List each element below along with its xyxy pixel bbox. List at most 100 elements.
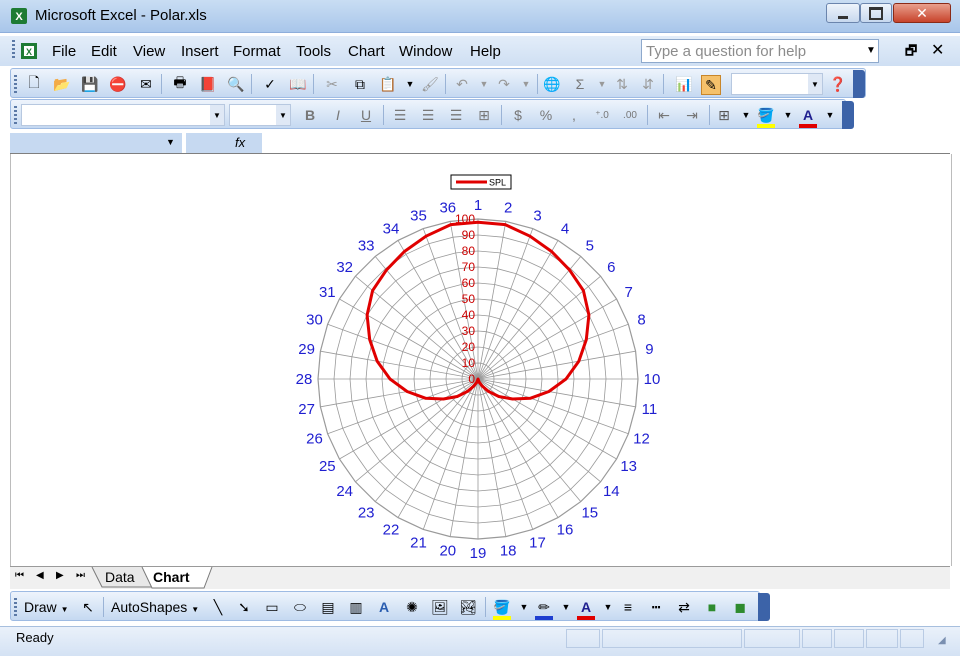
autosum-dropdown-icon[interactable]: ▼: [593, 75, 611, 93]
menu-format[interactable]: Format: [233, 43, 281, 60]
zoom-combo[interactable]: ▼: [731, 73, 823, 95]
prev-sheet-icon[interactable]: ◀: [36, 570, 44, 581]
chart-legend[interactable]: SPL: [450, 174, 512, 190]
chart-wizard-icon[interactable]: 📊: [675, 75, 693, 93]
line-color-dropdown-icon[interactable]: ▼: [557, 598, 575, 616]
align-left-icon[interactable]: ☰: [391, 106, 409, 124]
redo-dropdown-icon[interactable]: ▼: [517, 75, 535, 93]
percent-icon[interactable]: %: [537, 106, 555, 124]
autoshapes-menu-button[interactable]: AutoShapes ▼: [111, 599, 199, 615]
open-icon[interactable]: 📂: [53, 75, 71, 93]
paste-dropdown-icon[interactable]: ▼: [401, 75, 419, 93]
oval-icon[interactable]: ⬭: [291, 598, 309, 616]
help-search-input[interactable]: Type a question for help: [641, 39, 879, 63]
draw-menu-button[interactable]: Draw ▼: [24, 599, 68, 615]
underline-icon[interactable]: U: [357, 106, 375, 124]
spelling-icon[interactable]: ✓: [261, 75, 279, 93]
drawing-font-color-icon[interactable]: A: [577, 598, 595, 620]
currency-icon[interactable]: $: [509, 106, 527, 124]
help-icon[interactable]: ❓: [829, 75, 847, 93]
toolbar-options-icon[interactable]: [758, 593, 770, 621]
permission-icon[interactable]: ⛔: [109, 75, 127, 93]
vertical-text-box-icon[interactable]: ▥: [347, 598, 365, 616]
format-painter-icon[interactable]: 🖌: [421, 75, 439, 93]
zoom-dropdown-icon[interactable]: ▼: [808, 74, 822, 94]
italic-icon[interactable]: I: [329, 106, 347, 124]
rectangle-icon[interactable]: ▭: [263, 598, 281, 616]
decrease-decimal-icon[interactable]: .00: [621, 106, 639, 124]
research-book-icon[interactable]: 📖: [289, 75, 307, 93]
research-icon[interactable]: 📕: [199, 75, 217, 93]
polar-chart[interactable]: 1 2 34567891011121314151617181920212223242…: [11, 154, 951, 566]
menu-tools[interactable]: Tools: [296, 43, 331, 60]
drawing-font-color-dropdown-icon[interactable]: ▼: [599, 598, 617, 616]
wordart-icon[interactable]: A: [375, 598, 393, 616]
menu-chart[interactable]: Chart: [348, 43, 385, 60]
font-size-dropdown-icon[interactable]: ▼: [276, 105, 290, 125]
merge-center-icon[interactable]: ⊞: [475, 106, 493, 124]
toolbar-grip-handle[interactable]: [14, 75, 17, 93]
align-center-icon[interactable]: ☰: [419, 106, 437, 124]
3d-style-icon[interactable]: ◼: [731, 598, 749, 616]
close-button[interactable]: ✕: [893, 3, 951, 23]
font-name-combo[interactable]: ▼: [21, 104, 225, 126]
help-dropdown-icon[interactable]: ▼: [866, 45, 876, 56]
shadow-style-icon[interactable]: ■: [703, 598, 721, 616]
hyperlink-icon[interactable]: 🌐: [543, 75, 561, 93]
name-box-dropdown-icon[interactable]: ▼: [166, 137, 175, 147]
tab-data[interactable]: Data: [105, 569, 135, 585]
align-right-icon[interactable]: ☰: [447, 106, 465, 124]
sort-ascending-icon[interactable]: ⇅: [613, 75, 631, 93]
select-objects-icon[interactable]: ↖: [79, 598, 97, 616]
comma-style-icon[interactable]: ,: [565, 106, 583, 124]
sort-descending-icon[interactable]: ⇵: [639, 75, 657, 93]
font-color-icon[interactable]: A: [799, 106, 817, 128]
picture-icon[interactable]: 🏞: [459, 598, 477, 616]
menu-insert[interactable]: Insert: [181, 43, 219, 60]
borders-dropdown-icon[interactable]: ▼: [737, 106, 755, 124]
workbook-icon[interactable]: X: [19, 41, 41, 61]
font-size-combo[interactable]: ▼: [229, 104, 291, 126]
name-box[interactable]: ▼: [10, 133, 182, 153]
menu-file[interactable]: File: [52, 43, 76, 60]
chart-sheet[interactable]: 1 2 3 4 5 6 7 8 9 10 11 12 13 14 15 16 17 18 19 20 21 22 23 24 2…: [10, 154, 952, 566]
menu-help[interactable]: Help: [470, 43, 501, 60]
first-sheet-icon[interactable]: ⏮: [15, 570, 24, 581]
fill-color-icon[interactable]: 🪣: [757, 106, 775, 128]
restore-button[interactable]: [860, 3, 892, 23]
bold-icon[interactable]: B: [301, 106, 319, 124]
menu-grip-handle[interactable]: [12, 40, 15, 58]
menu-view[interactable]: View: [133, 43, 165, 60]
borders-icon[interactable]: ⊞: [715, 106, 733, 124]
toolbar-grip-handle[interactable]: [14, 106, 17, 124]
last-sheet-icon[interactable]: ⏭: [76, 570, 85, 581]
email-icon[interactable]: ✉: [137, 75, 155, 93]
next-sheet-icon[interactable]: ▶: [56, 570, 64, 581]
undo-icon[interactable]: ↶: [453, 75, 471, 93]
menu-window[interactable]: Window: [399, 43, 452, 60]
undo-dropdown-icon[interactable]: ▼: [475, 75, 493, 93]
line-icon[interactable]: ╲: [209, 598, 227, 616]
toolbar-options-icon[interactable]: [842, 101, 854, 129]
arrow-icon[interactable]: ➘: [235, 598, 253, 616]
font-dropdown-icon[interactable]: ▼: [210, 105, 224, 125]
autosum-icon[interactable]: Σ: [571, 75, 589, 93]
font-color-dropdown-icon[interactable]: ▼: [821, 106, 839, 124]
toolbar-options-icon[interactable]: [853, 70, 865, 98]
line-style-icon[interactable]: ≡: [619, 598, 637, 616]
clip-art-icon[interactable]: 🖼: [431, 598, 449, 616]
copy-icon[interactable]: ⧉: [351, 75, 369, 93]
dash-style-icon[interactable]: ┅: [647, 598, 665, 616]
save-icon[interactable]: 💾: [81, 75, 99, 93]
redo-icon[interactable]: ↷: [495, 75, 513, 93]
tab-chart[interactable]: Chart: [153, 569, 190, 585]
workbook-close-icon[interactable]: ✕: [931, 40, 944, 60]
print-preview-icon[interactable]: 🔍: [227, 75, 245, 93]
fill-color-dropdown-icon[interactable]: ▼: [779, 106, 797, 124]
increase-indent-icon[interactable]: ⇥: [683, 106, 701, 124]
workbook-restore-icon[interactable]: 🗗: [905, 42, 917, 64]
toolbar-grip-handle[interactable]: [14, 598, 17, 616]
shape-fill-dropdown-icon[interactable]: ▼: [515, 598, 533, 616]
arrow-style-icon[interactable]: ⇄: [675, 598, 693, 616]
new-icon[interactable]: 🗋: [25, 74, 43, 93]
